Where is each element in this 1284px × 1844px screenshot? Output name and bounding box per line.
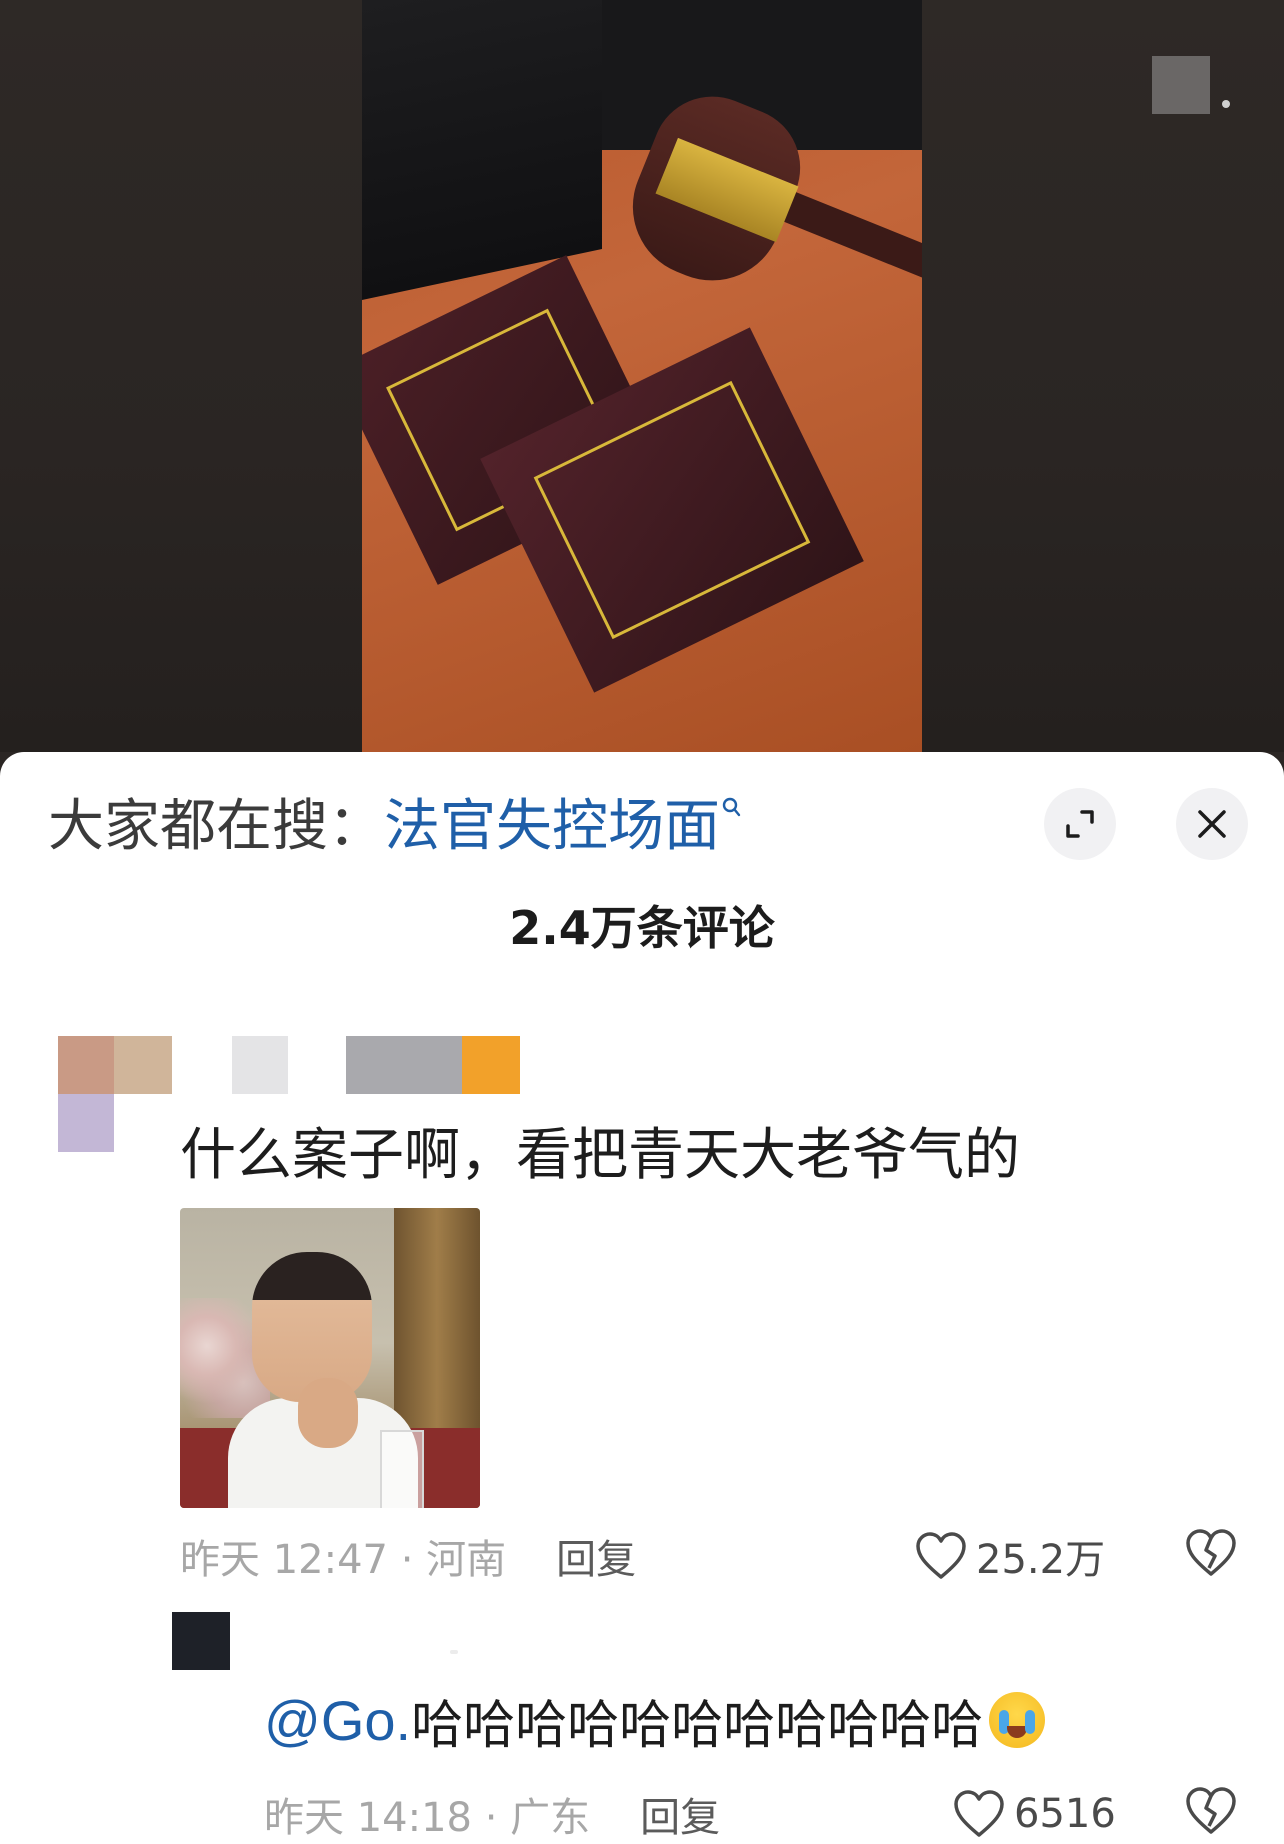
broken-heart-icon bbox=[1186, 1787, 1236, 1834]
mention-link[interactable]: @Go. bbox=[264, 1688, 411, 1753]
heart-icon bbox=[954, 1790, 1004, 1837]
obscured-username bbox=[450, 1650, 458, 1654]
search-term-link[interactable]: 法官失控场面 bbox=[384, 792, 720, 862]
expand-icon bbox=[1066, 810, 1094, 838]
close-button[interactable] bbox=[1176, 788, 1248, 860]
dislike-button[interactable] bbox=[1184, 1528, 1240, 1584]
search-prefix: 大家都在搜： bbox=[48, 794, 384, 859]
indicator-dot bbox=[1222, 100, 1230, 108]
video-preview[interactable] bbox=[0, 0, 1284, 752]
reply-dislike-button[interactable] bbox=[1184, 1786, 1240, 1842]
heart-icon bbox=[916, 1532, 966, 1579]
reply-meta: 昨天 14:18 · 广东 回复 bbox=[264, 1784, 720, 1844]
close-icon bbox=[1198, 810, 1226, 838]
reply-like-count: 6516 bbox=[1014, 1791, 1116, 1837]
crying-laughing-emoji bbox=[989, 1692, 1046, 1748]
reply-time-location: 昨天 14:18 · 广东 bbox=[264, 1795, 591, 1841]
reply-avatar[interactable] bbox=[172, 1612, 230, 1670]
meme-image[interactable] bbox=[180, 1208, 480, 1508]
search-icon bbox=[722, 796, 742, 824]
comment-text: 什么案子啊，看把青天大老爷气的 bbox=[180, 1123, 1020, 1188]
comment-count: 2.4万条评论 bbox=[509, 901, 775, 955]
obscured-badge bbox=[1152, 56, 1210, 114]
search-suggestion[interactable]: 大家都在搜： 法官失控场面 bbox=[48, 792, 742, 862]
reply-button[interactable]: 回复 bbox=[556, 1527, 636, 1585]
like-count: 25.2万 bbox=[976, 1537, 1106, 1583]
like-button[interactable]: 25.2万 bbox=[914, 1526, 1105, 1586]
reply-body: 哈哈哈哈哈哈哈哈哈哈哈 bbox=[411, 1695, 984, 1756]
video-frame bbox=[362, 0, 922, 752]
comment-sheet: 大家都在搜： 法官失控场面 2.4万条评论 什么案子啊，看把青天大老爷气的 昨天… bbox=[0, 752, 1284, 1844]
comment-time-location: 昨天 12:47 · 河南 bbox=[180, 1537, 507, 1583]
reply-like-button[interactable]: 6516 bbox=[952, 1784, 1116, 1844]
broken-heart-icon bbox=[1186, 1529, 1236, 1576]
expand-button[interactable] bbox=[1044, 788, 1116, 860]
reply-reply-button[interactable]: 回复 bbox=[640, 1785, 720, 1843]
reply-text: @Go. 哈哈哈哈哈哈哈哈哈哈哈 bbox=[264, 1680, 1046, 1760]
comment-meta: 昨天 12:47 · 河南 回复 bbox=[180, 1526, 636, 1586]
